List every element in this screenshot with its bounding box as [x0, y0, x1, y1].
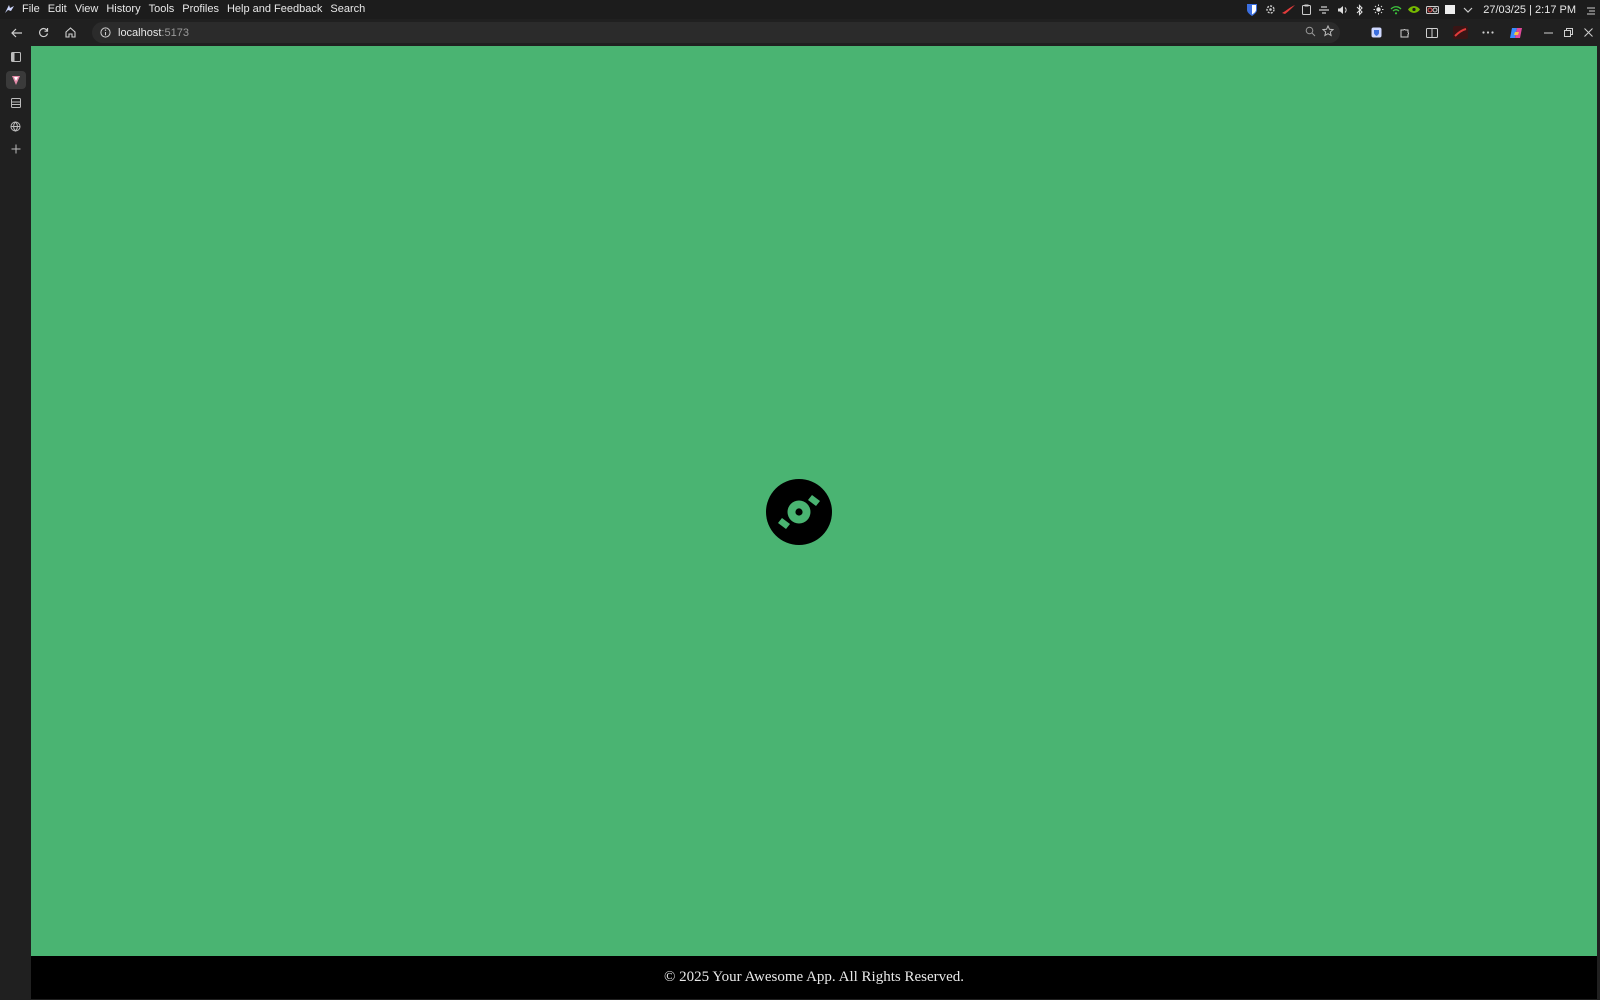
vinyl-disc-icon [766, 479, 832, 545]
collections-icon[interactable] [0, 92, 31, 114]
extensions-icon[interactable] [1390, 19, 1418, 46]
gpu-icon[interactable] [1423, 0, 1441, 19]
sidebar-toggle-icon[interactable] [0, 46, 31, 68]
browser-toolbar: localhost:5173 [0, 19, 1600, 46]
url-host: localhost [118, 26, 162, 39]
reload-button[interactable] [30, 19, 57, 46]
more-menu-icon[interactable] [1474, 19, 1502, 46]
system-tray: 27/03/25 | 2:17 PM [1243, 0, 1600, 19]
footer-copyright: © 2025 Your Awesome App. All Rights Rese… [663, 969, 965, 985]
page-footer: © 2025 Your Awesome App. All Rights Rese… [31, 956, 1597, 999]
nvidia-icon[interactable] [1405, 0, 1423, 19]
close-window-button[interactable] [1578, 19, 1598, 46]
network-icon[interactable] [1315, 0, 1333, 19]
bitwarden-extension-icon[interactable] [1362, 19, 1390, 46]
bitwarden-icon[interactable] [1243, 0, 1261, 19]
vertical-sidebar [0, 46, 31, 1000]
memory-icon[interactable] [1441, 0, 1459, 19]
os-menubar: File Edit View History Tools Profiles He… [0, 0, 1600, 19]
minimize-button[interactable] [1538, 19, 1558, 46]
sidebar-tab-active[interactable] [0, 69, 31, 91]
zoom-icon[interactable] [1305, 24, 1316, 42]
url-port: :5173 [161, 26, 189, 39]
rog-icon[interactable] [1279, 0, 1297, 19]
menu-view[interactable]: View [71, 0, 103, 19]
page-viewport: © 2025 Your Awesome App. All Rights Rese… [31, 46, 1597, 999]
favorite-star-icon[interactable] [1321, 24, 1335, 42]
menu-help-feedback[interactable]: Help and Feedback [223, 0, 326, 19]
address-bar[interactable]: localhost:5173 [92, 22, 1340, 43]
copilot-icon[interactable] [1502, 19, 1530, 46]
menu-profiles[interactable]: Profiles [178, 0, 223, 19]
chevron-down-icon[interactable] [1459, 0, 1477, 19]
menu-edit[interactable]: Edit [44, 0, 71, 19]
menu-history[interactable]: History [102, 0, 144, 19]
new-tab-plus-icon[interactable] [0, 138, 31, 160]
menu-file[interactable]: File [18, 0, 44, 19]
menu-tools[interactable]: Tools [145, 0, 179, 19]
volume-icon[interactable] [1333, 0, 1351, 19]
profile-avatar[interactable] [1446, 19, 1474, 46]
restore-button[interactable] [1558, 19, 1578, 46]
split-screen-icon[interactable] [1418, 19, 1446, 46]
home-button[interactable] [57, 19, 84, 46]
brightness-icon[interactable] [1369, 0, 1387, 19]
system-clock[interactable]: 27/03/25 | 2:17 PM [1477, 4, 1582, 16]
site-info-icon[interactable] [92, 27, 118, 38]
clipboard-icon[interactable] [1297, 0, 1315, 19]
menu-search[interactable]: Search [326, 0, 369, 19]
back-button[interactable] [3, 19, 30, 46]
settings-icon[interactable] [1261, 0, 1279, 19]
bluetooth-icon[interactable] [1351, 0, 1369, 19]
toolbar-right-actions [1362, 19, 1600, 46]
browser-logo-icon[interactable] [0, 0, 18, 19]
wifi-icon[interactable] [1387, 0, 1405, 19]
url-text[interactable]: localhost:5173 [118, 27, 189, 39]
notification-icon[interactable] [1582, 0, 1600, 19]
globe-icon[interactable] [0, 115, 31, 137]
